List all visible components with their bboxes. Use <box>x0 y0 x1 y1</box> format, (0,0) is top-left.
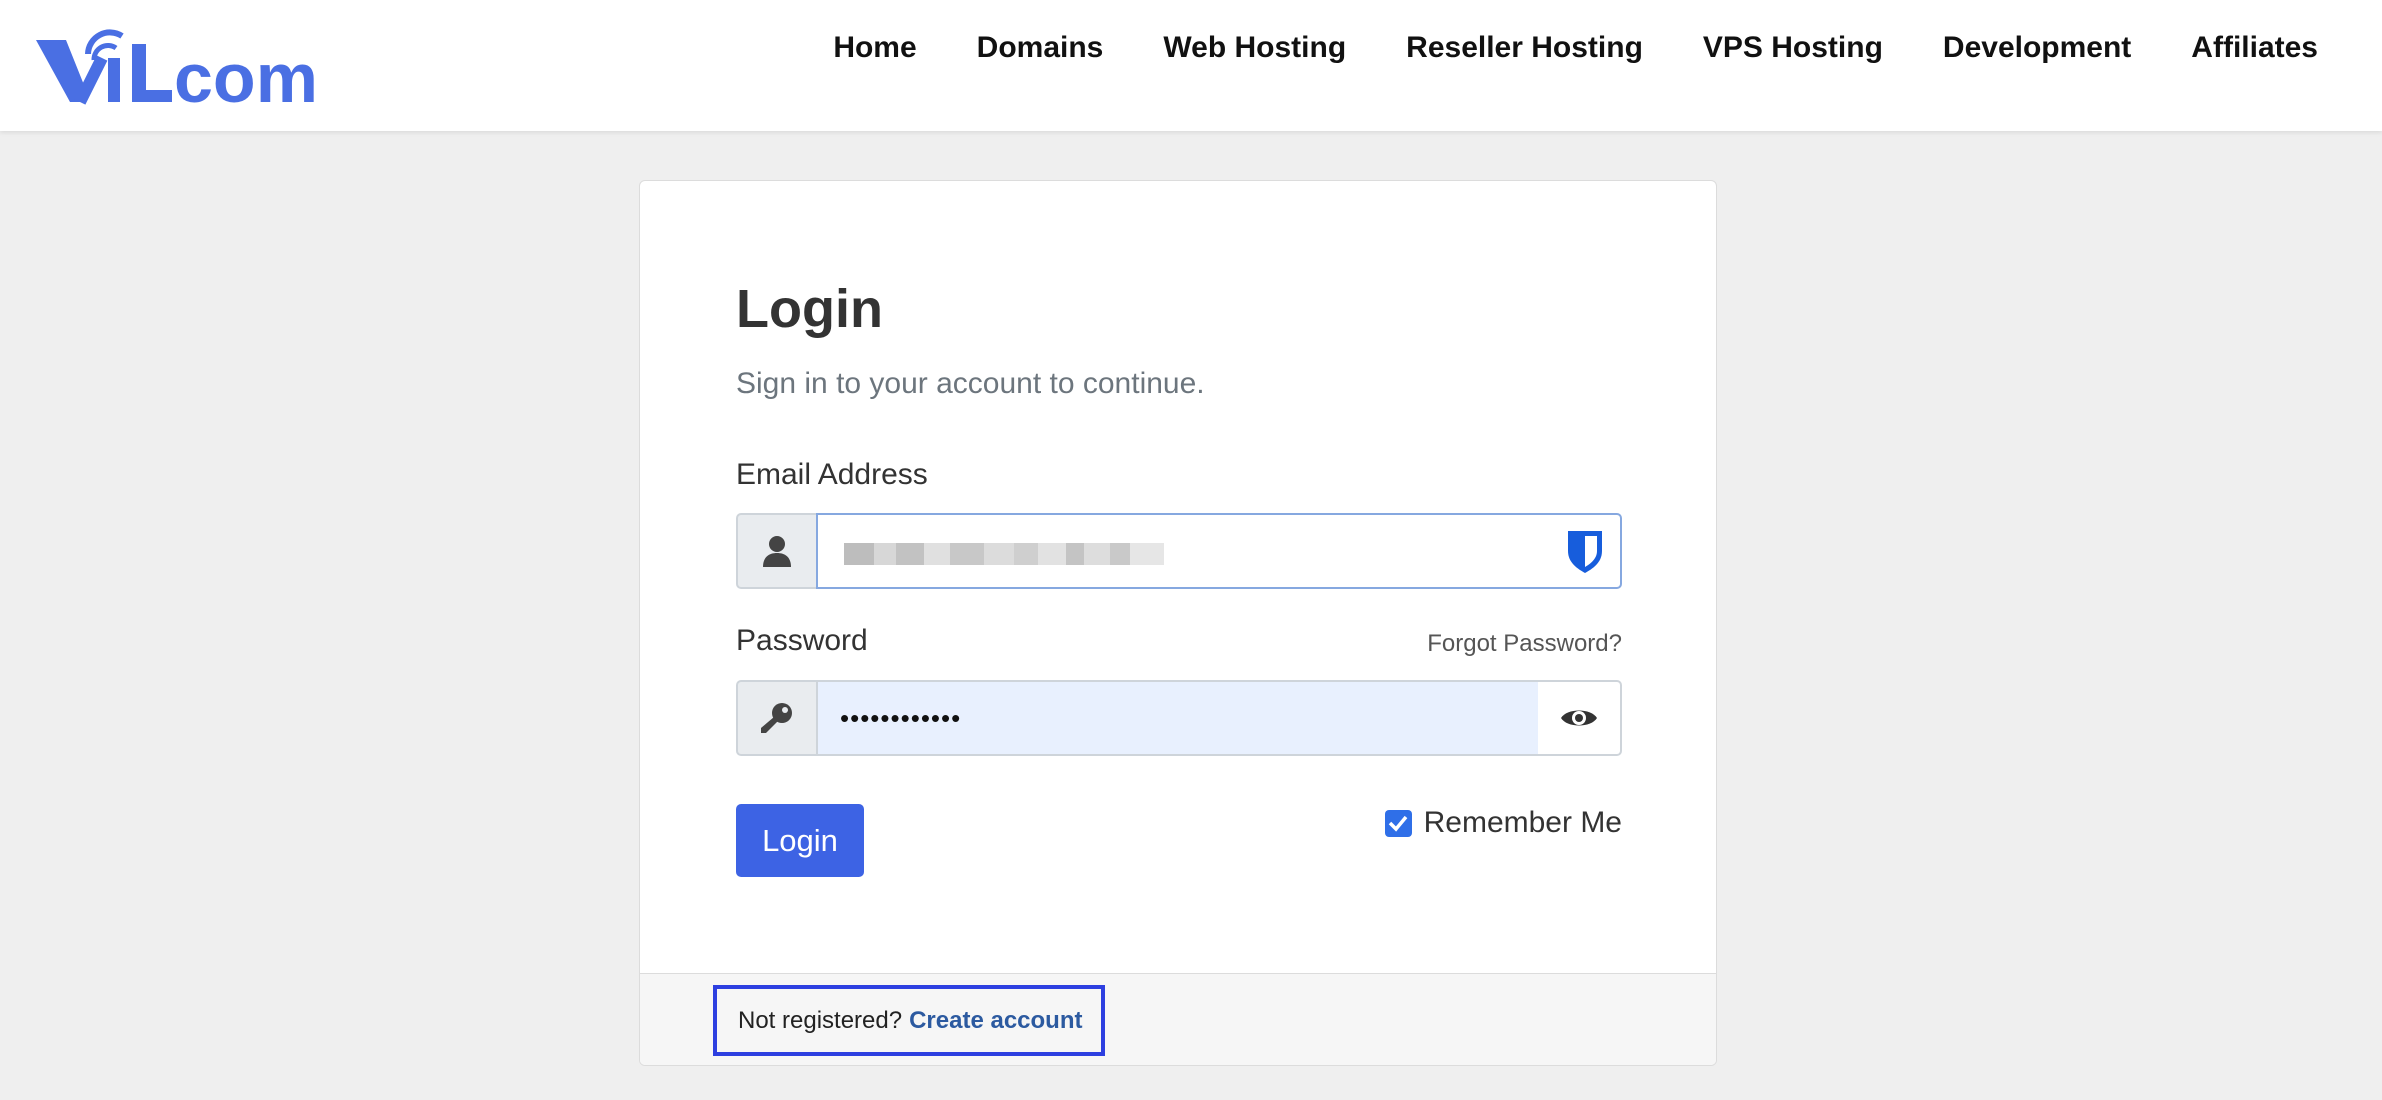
show-password-button[interactable] <box>1538 680 1622 756</box>
vilcom-logo[interactable]: com <box>36 18 346 117</box>
nav-home[interactable]: Home <box>833 28 916 68</box>
site-header: com Home Domains Web Hosting Reseller Ho… <box>0 0 2382 131</box>
logo-graphic: com <box>36 29 318 117</box>
nav-affiliates[interactable]: Affiliates <box>2191 28 2318 68</box>
remember-me: Remember Me <box>1384 806 1622 840</box>
main-nav: Home Domains Web Hosting Reseller Hostin… <box>773 28 2318 68</box>
nav-reseller-hosting[interactable]: Reseller Hosting <box>1406 28 1643 68</box>
forgot-password-link[interactable]: Forgot Password? <box>1427 630 1622 658</box>
email-field[interactable] <box>816 513 1622 589</box>
create-account-link[interactable]: Create account <box>909 1007 1082 1035</box>
email-value-redacted <box>844 543 1164 565</box>
email-input-group <box>736 513 1622 589</box>
key-icon <box>761 703 792 733</box>
remember-me-label[interactable]: Remember Me <box>1424 806 1622 840</box>
nav-web-hosting[interactable]: Web Hosting <box>1163 28 1346 68</box>
email-addon <box>736 513 816 589</box>
password-field[interactable]: •••••••••••• <box>816 680 1538 756</box>
register-prompt: Not registered? Create account <box>713 985 1105 1056</box>
page-title: Login <box>736 279 883 339</box>
password-addon <box>736 680 816 756</box>
check-icon <box>1388 815 1408 832</box>
nav-domains[interactable]: Domains <box>977 28 1104 68</box>
card-footer: Not registered? Create account <box>640 973 1716 1065</box>
nav-vps-hosting[interactable]: VPS Hosting <box>1703 28 1883 68</box>
password-input-group: •••••••••••• <box>736 680 1622 756</box>
bitwarden-shield-icon[interactable] <box>1566 529 1604 580</box>
not-registered-text: Not registered? <box>738 1006 903 1034</box>
remember-me-checkbox[interactable] <box>1384 809 1412 837</box>
password-label: Password <box>736 624 868 657</box>
eye-icon <box>1561 710 1597 726</box>
login-card: Login Sign in to your account to continu… <box>639 180 1717 1066</box>
user-icon <box>763 536 791 567</box>
email-label: Email Address <box>736 458 928 491</box>
page-subtitle: Sign in to your account to continue. <box>736 367 1205 400</box>
svg-text:com: com <box>174 39 318 110</box>
nav-development[interactable]: Development <box>1943 28 2131 68</box>
login-button[interactable]: Login <box>736 804 864 877</box>
